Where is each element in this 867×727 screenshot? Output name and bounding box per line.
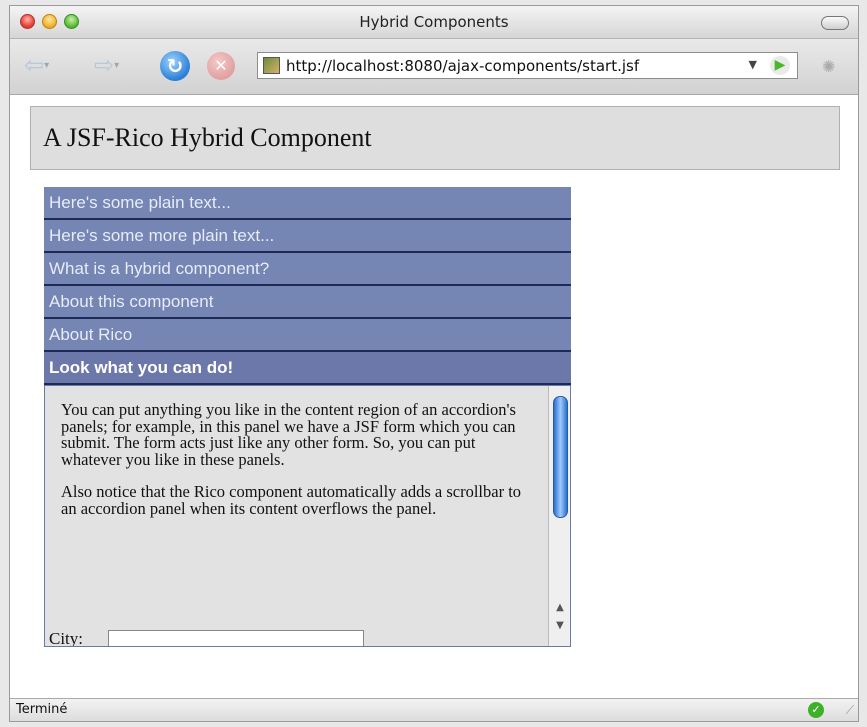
status-text: Terminé [16,702,68,717]
back-button[interactable]: ⇦▾ [24,53,49,78]
checkmark-icon: ✓ [808,702,824,718]
panel-paragraph: You can put anything you like in the con… [61,400,516,469]
go-arrow-icon: ▶ [774,57,786,73]
reload-button[interactable]: ↻ [160,51,190,81]
accordion-header-more-plain-text[interactable]: Here's some more plain text... [44,220,571,253]
accordion-panel: You can put anything you like in the con… [44,385,571,647]
back-arrow-icon: ⇦ [24,51,45,79]
page-header: A JSF-Rico Hybrid Component [30,106,840,170]
address-bar[interactable]: http://localhost:8080/ajax-components/st… [257,52,798,79]
panel-scrollbar[interactable]: ▲ ▼ [548,386,570,646]
page-content: A JSF-Rico Hybrid Component Here's some … [10,95,858,700]
status-bar: Terminé ✓ ⟋ [10,698,858,721]
url-text[interactable]: http://localhost:8080/ajax-components/st… [286,57,639,75]
city-label: City: [49,629,84,647]
site-favicon-icon [263,57,280,74]
loading-spinner-icon: ✺ [822,57,836,76]
resize-grip-icon[interactable]: ⟋ [846,703,854,718]
forward-history-dropdown-icon[interactable]: ▾ [114,60,119,71]
window-title: Hybrid Components [359,13,509,31]
scroll-down-arrow-icon[interactable]: ▼ [549,618,570,634]
navigation-toolbar: ⇦▾ ⇨▾ ↻ ✕ http://localhost:8080/ajax-com… [10,39,858,95]
reload-icon: ↻ [166,54,184,78]
title-bar: Hybrid Components [10,6,858,39]
go-button[interactable]: ▶ [770,56,790,75]
accordion-header-about-component[interactable]: About this component [44,286,571,319]
forward-button[interactable]: ⇨▾ [94,53,119,78]
back-history-dropdown-icon[interactable]: ▾ [44,60,49,71]
page-title: A JSF-Rico Hybrid Component [43,123,372,152]
forward-arrow-icon: ⇨ [94,51,115,79]
stop-icon: ✕ [214,56,228,75]
stop-button[interactable]: ✕ [207,52,235,80]
url-history-dropdown-icon[interactable]: ▼ [749,58,757,71]
accordion-header-about-rico[interactable]: About Rico [44,319,571,352]
accordion-header-plain-text[interactable]: Here's some plain text... [44,187,571,220]
scrollbar-thumb[interactable] [553,396,568,518]
panel-paragraph: Also notice that the Rico component auto… [61,482,522,518]
accordion-header-look-what-you-can-do[interactable]: Look what you can do! [44,352,571,385]
panel-text: You can put anything you like in the con… [61,400,531,533]
toolbar-toggle-button[interactable] [821,16,849,30]
accordion: Here's some plain text... Here's some mo… [44,187,571,649]
browser-window: Hybrid Components ⇦▾ ⇨▾ ↻ ✕ http://local… [9,5,859,722]
scroll-up-arrow-icon[interactable]: ▲ [549,600,570,616]
city-field[interactable] [108,630,364,646]
accordion-header-hybrid-component[interactable]: What is a hybrid component? [44,253,571,286]
